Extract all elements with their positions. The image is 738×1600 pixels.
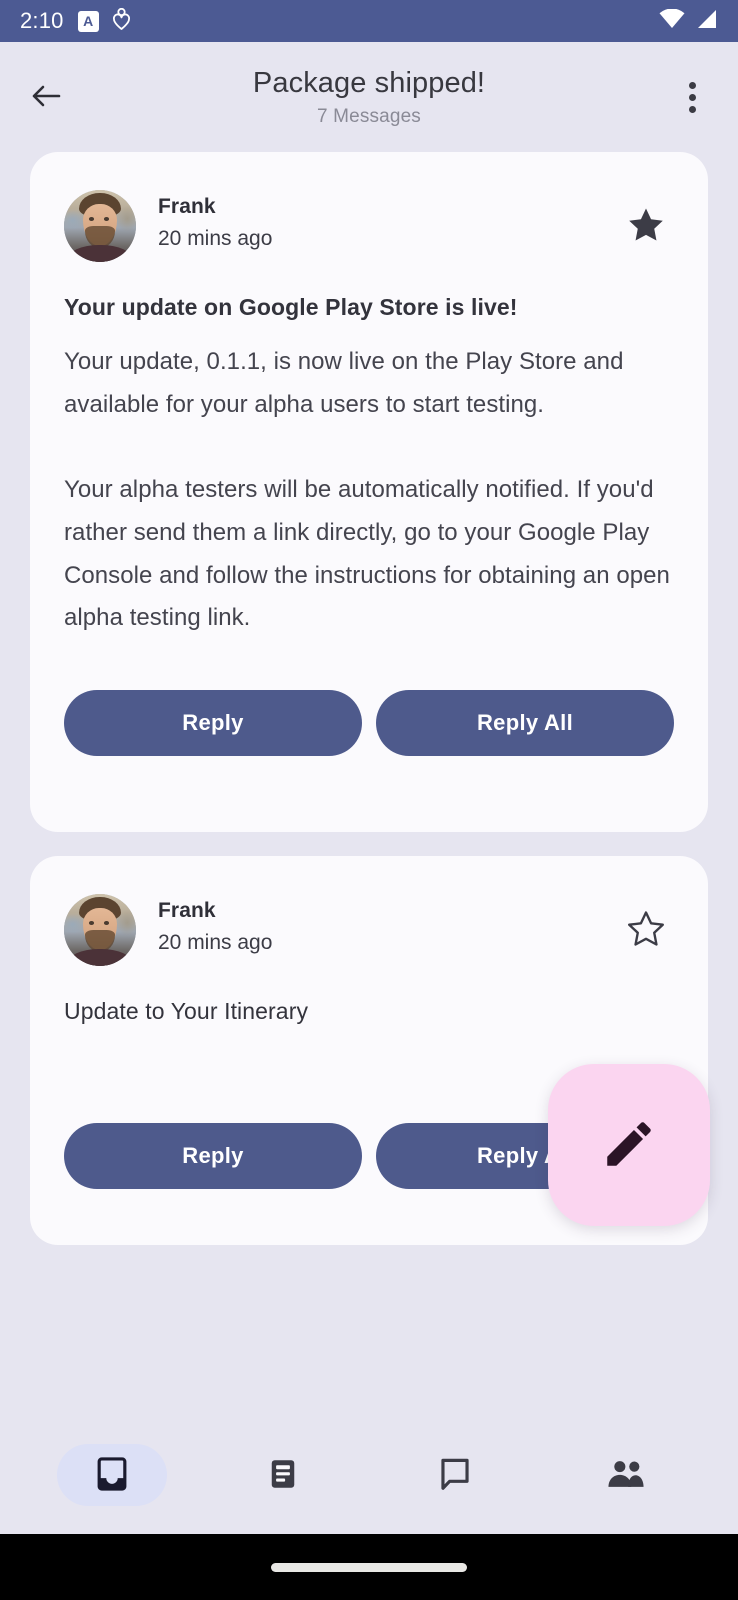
reply-button[interactable]: Reply — [64, 1123, 362, 1189]
message-subject: Your update on Google Play Store is live… — [64, 292, 674, 323]
compose-fab[interactable] — [548, 1064, 710, 1226]
header-title-group: Package shipped! 7 Messages — [0, 66, 738, 128]
nav-pill — [571, 1444, 681, 1506]
star-button[interactable] — [618, 902, 674, 958]
app-header: Package shipped! 7 Messages — [0, 42, 738, 152]
status-bar: 2:10 A — [0, 0, 738, 42]
message-actions: Reply Reply All — [64, 690, 674, 756]
system-gesture-bar — [0, 1534, 738, 1600]
inbox-icon — [93, 1455, 131, 1496]
nav-item-articles[interactable] — [198, 1416, 370, 1534]
wifi-icon — [659, 9, 685, 34]
message-header: Frank 20 mins ago — [64, 190, 674, 262]
home-indicator[interactable] — [271, 1563, 467, 1572]
star-button[interactable] — [618, 198, 674, 254]
message-timestamp: 20 mins ago — [158, 930, 596, 956]
nav-item-inbox[interactable] — [26, 1416, 198, 1534]
accessibility-icon: A — [78, 11, 99, 32]
phone-screen: 2:10 A — [0, 0, 738, 1600]
message-header: Frank 20 mins ago — [64, 894, 674, 966]
bottom-navigation — [0, 1416, 738, 1534]
people-icon — [606, 1457, 646, 1494]
heart-person-icon — [113, 8, 130, 35]
reply-button[interactable]: Reply — [64, 690, 362, 756]
avatar — [64, 190, 136, 262]
message-timestamp: 20 mins ago — [158, 226, 596, 252]
pencil-compose-icon — [600, 1115, 658, 1176]
message-thread-list[interactable]: Frank 20 mins ago Your update on Google … — [0, 152, 738, 1416]
sender-meta: Frank 20 mins ago — [158, 894, 596, 957]
overflow-menu-button[interactable] — [668, 73, 716, 121]
sender-meta: Frank 20 mins ago — [158, 190, 596, 253]
sender-name: Frank — [158, 194, 596, 220]
back-button[interactable] — [22, 73, 70, 121]
nav-pill — [228, 1444, 338, 1506]
page-title: Package shipped! — [0, 66, 738, 101]
message-subject: Update to Your Itinerary — [64, 996, 674, 1027]
star-outline-icon — [626, 910, 666, 951]
chat-bubble-icon — [436, 1455, 474, 1496]
more-vert-icon — [689, 82, 696, 113]
message-count: 7 Messages — [0, 106, 738, 128]
nav-item-people[interactable] — [541, 1416, 713, 1534]
star-filled-icon — [626, 206, 666, 247]
arrow-left-icon — [31, 83, 61, 112]
nav-pill — [400, 1444, 510, 1506]
status-bar-left: 2:10 A — [20, 8, 130, 35]
message-body: Your update, 0.1.1, is now live on the P… — [64, 341, 674, 640]
nav-item-chat[interactable] — [369, 1416, 541, 1534]
nav-active-indicator — [57, 1444, 167, 1506]
status-time: 2:10 — [20, 10, 64, 32]
message-card[interactable]: Frank 20 mins ago Your update on Google … — [30, 152, 708, 832]
reply-all-button[interactable]: Reply All — [376, 690, 674, 756]
avatar — [64, 894, 136, 966]
sender-name: Frank — [158, 898, 596, 924]
cellular-signal-icon — [694, 9, 718, 34]
status-bar-right — [659, 9, 718, 34]
article-icon — [265, 1456, 301, 1495]
